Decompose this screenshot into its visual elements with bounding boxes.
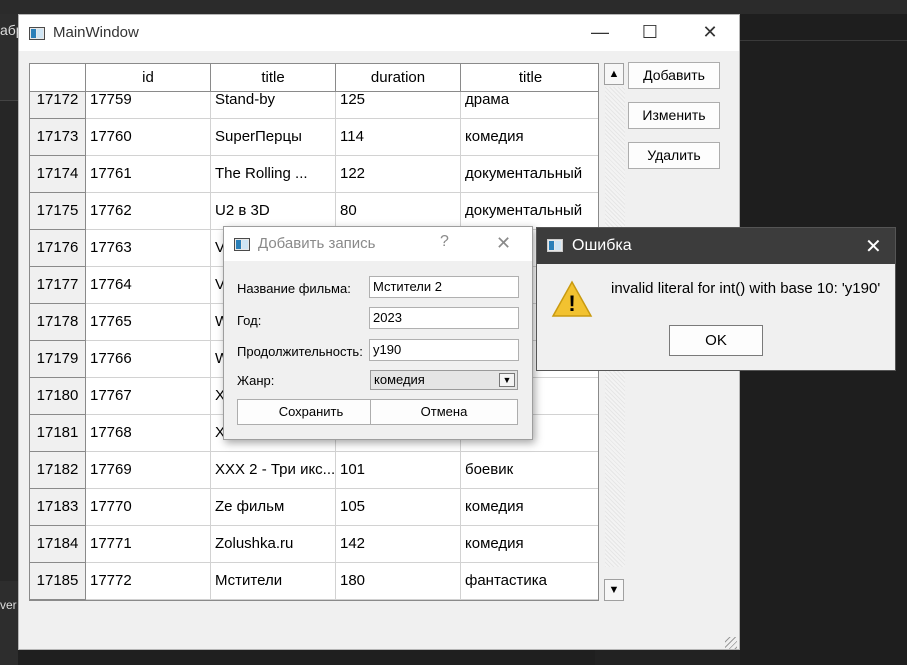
main-titlebar[interactable]: MainWindow — ☐ ✕ [19,15,739,51]
cell-id[interactable]: 17765 [86,304,211,341]
row-header[interactable]: 17173 [30,119,86,156]
cell-title[interactable]: Мстители [211,563,336,600]
cell-duration[interactable]: 122 [336,156,461,193]
chevron-down-icon[interactable]: ▼ [499,373,515,387]
background-top-bar [0,0,907,14]
column-header-duration[interactable]: duration [336,64,461,92]
column-header-genre[interactable]: title [461,64,598,92]
cell-title[interactable]: Ze фильм [211,489,336,526]
cell-genre[interactable]: комедия [461,489,598,526]
film-name-input[interactable]: Мстители 2 [369,276,519,298]
duration-label: Продолжительность: [237,344,363,359]
cancel-button[interactable]: Отмена [370,399,518,425]
dialog-titlebar[interactable]: Добавить запись ? ✕ [224,227,532,261]
error-title: Ошибка [572,237,632,254]
close-button[interactable]: ✕ [690,15,730,51]
cell-genre[interactable]: комедия [461,526,598,563]
minimize-button[interactable]: — [580,15,620,51]
edit-button[interactable]: Изменить [628,102,720,129]
cell-genre[interactable]: фантастика [461,563,598,600]
cell-title[interactable]: Zolushka.ru [211,526,336,563]
cell-title[interactable]: U2 в 3D [211,193,336,230]
row-header[interactable]: 17178 [30,304,86,341]
genre-label: Жанр: [237,373,275,388]
window-title: MainWindow [53,24,139,41]
cell-duration[interactable]: 80 [336,193,461,230]
row-header[interactable]: 17182 [30,452,86,489]
cell-title[interactable]: SuperПерцы [211,119,336,156]
cell-id[interactable]: 17764 [86,267,211,304]
background-left-text-bottom: ver [0,598,17,612]
warning-symbol: ! [568,291,575,316]
row-header[interactable]: 17185 [30,563,86,600]
cell-genre[interactable]: комедия [461,119,598,156]
save-button[interactable]: Сохранить [237,399,385,425]
scroll-down-arrow-icon[interactable]: ▼ [604,579,624,601]
row-header[interactable]: 17184 [30,526,86,563]
row-header[interactable]: 17181 [30,415,86,452]
app-icon [29,27,45,40]
add-record-dialog: Добавить запись ? ✕ Название фильма: Мст… [223,226,533,440]
row-header[interactable]: 17176 [30,230,86,267]
cell-id[interactable]: 17771 [86,526,211,563]
ok-button[interactable]: OK [669,325,763,356]
genre-select-value: комедия [374,372,425,387]
cell-id[interactable]: 17763 [86,230,211,267]
row-header[interactable]: 17179 [30,341,86,378]
column-header-title[interactable]: title [211,64,336,92]
error-message: invalid literal for int() with base 10: … [611,280,881,297]
cell-duration[interactable]: 114 [336,119,461,156]
row-header[interactable]: 17180 [30,378,86,415]
delete-button[interactable]: Удалить [628,142,720,169]
row-header[interactable]: 17175 [30,193,86,230]
film-name-label: Название фильма: [237,281,351,296]
cell-genre[interactable]: документальный [461,193,598,230]
cell-id[interactable]: 17767 [86,378,211,415]
cell-id[interactable]: 17762 [86,193,211,230]
background-bottom-area [595,650,740,665]
dialog-close-button[interactable]: ✕ [496,233,511,254]
cell-duration[interactable]: 105 [336,489,461,526]
cell-id[interactable]: 17761 [86,156,211,193]
cell-duration[interactable]: 101 [336,452,461,489]
column-header-id[interactable]: id [86,64,211,92]
cell-id[interactable]: 17768 [86,415,211,452]
add-button[interactable]: Добавить [628,62,720,89]
table-corner [30,64,86,92]
year-input[interactable]: 2023 [369,307,519,329]
duration-input[interactable]: y190 [369,339,519,361]
maximize-button[interactable]: ☐ [630,15,670,51]
row-header[interactable]: 17174 [30,156,86,193]
cell-id[interactable]: 17769 [86,452,211,489]
background-divider [740,40,907,41]
error-close-button[interactable]: ✕ [865,234,882,259]
error-message-box: Ошибка ✕ ! invalid literal for int() wit… [536,227,896,371]
cell-duration[interactable]: 142 [336,526,461,563]
cell-title[interactable]: XXX 2 - Три икс... [211,452,336,489]
cell-genre[interactable]: документальный [461,156,598,193]
cell-genre[interactable]: боевик [461,452,598,489]
cell-id[interactable]: 17766 [86,341,211,378]
cell-id[interactable]: 17760 [86,119,211,156]
cell-title[interactable]: The Rolling ... [211,156,336,193]
resize-grip[interactable] [725,637,737,649]
year-label: Год: [237,313,262,328]
cell-id[interactable]: 17770 [86,489,211,526]
help-button[interactable]: ? [440,233,449,251]
row-header[interactable]: 17177 [30,267,86,304]
cell-id[interactable]: 17772 [86,563,211,600]
dialog-app-icon [234,238,250,251]
cell-duration[interactable]: 180 [336,563,461,600]
background-left-panel [0,100,18,581]
warning-icon: ! [551,280,593,317]
row-header[interactable]: 17183 [30,489,86,526]
error-titlebar[interactable]: Ошибка ✕ [537,228,895,264]
error-app-icon [547,239,563,252]
scroll-up-arrow-icon[interactable]: ▲ [604,63,624,85]
genre-select[interactable]: комедия ▼ [370,370,518,390]
dialog-title: Добавить запись [258,235,376,252]
